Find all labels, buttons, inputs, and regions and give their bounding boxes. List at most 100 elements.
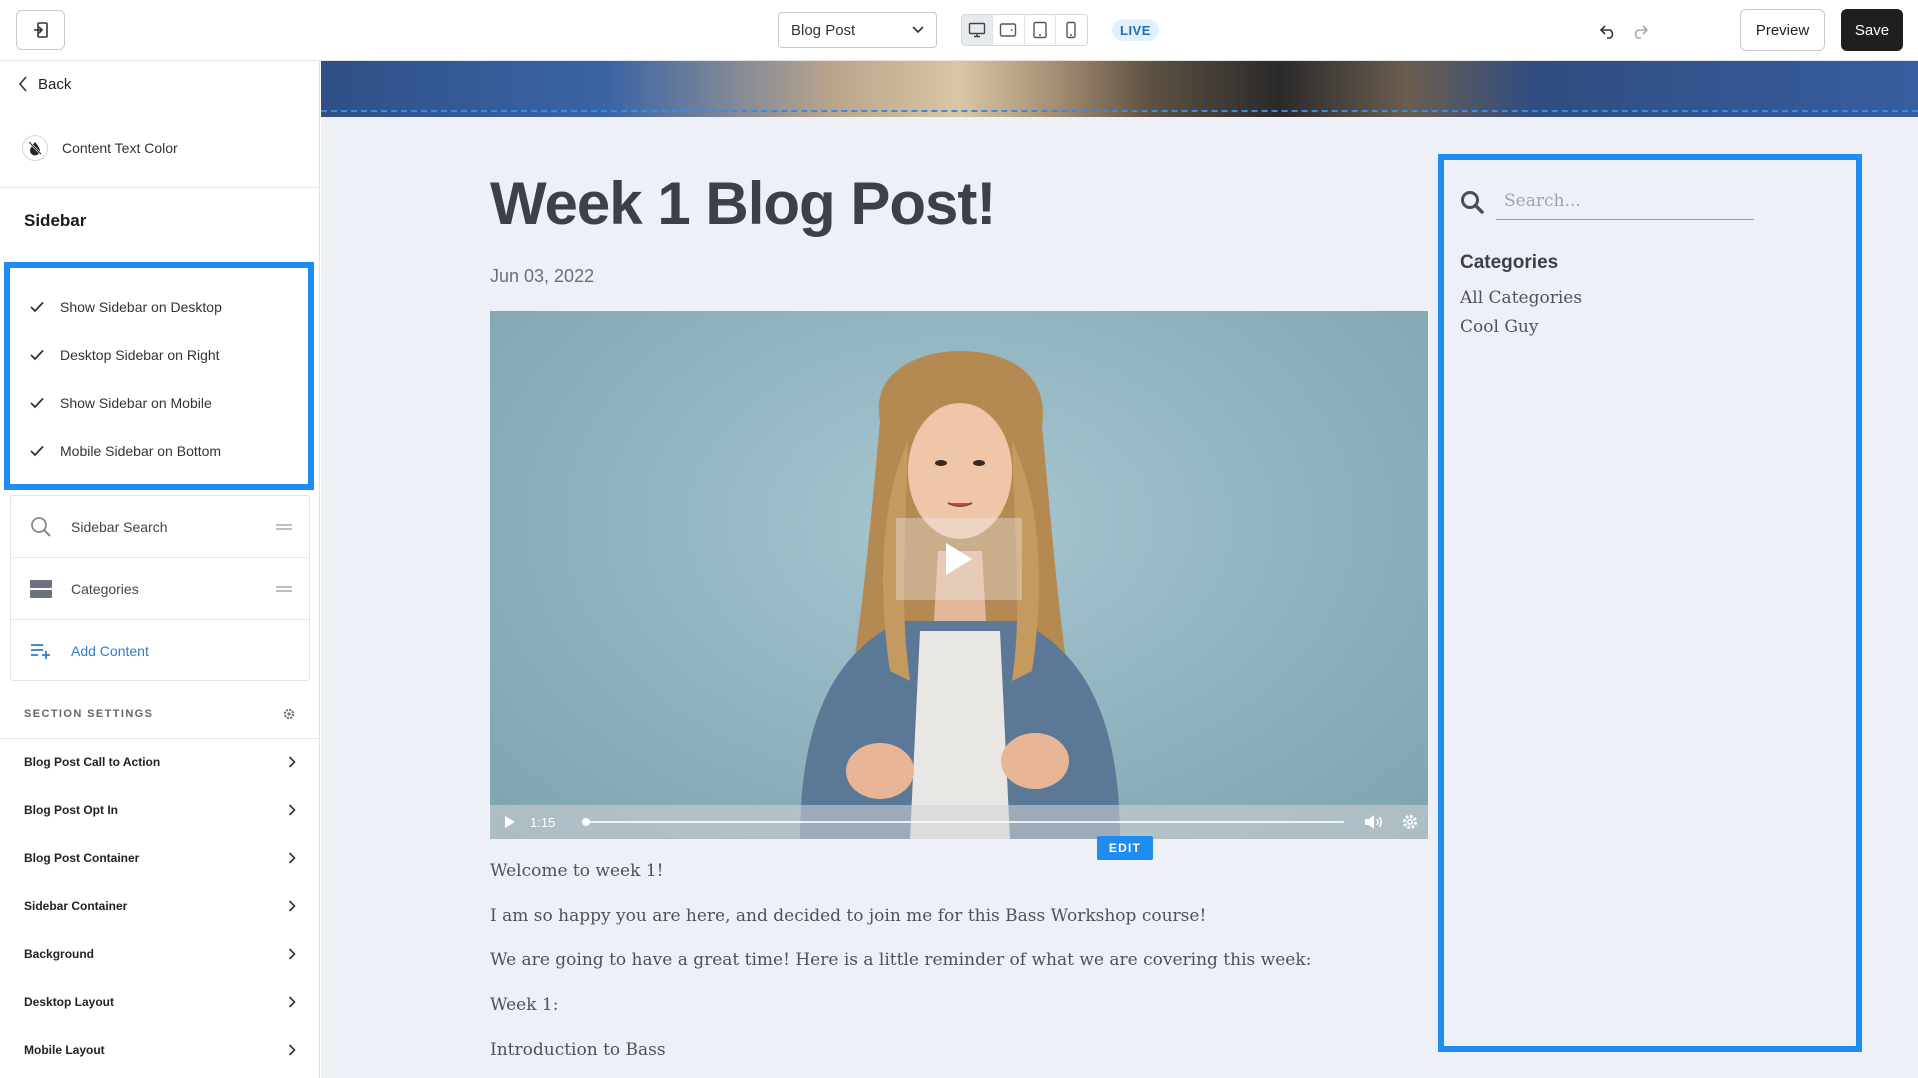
drag-handle[interactable]	[259, 585, 309, 593]
drag-handle-icon	[276, 585, 292, 592]
post-paragraph[interactable]: Welcome to week 1!	[490, 861, 663, 881]
top-toolbar: Blog Post LIVE Preview Save	[0, 0, 1918, 61]
section-boundary	[321, 110, 1918, 112]
post-paragraph[interactable]: We are going to have a great time! Here …	[490, 950, 1311, 970]
checkbox-label: Show Sidebar on Mobile	[60, 395, 212, 411]
volume-icon	[1365, 815, 1382, 829]
post-title[interactable]: Week 1 Blog Post!	[490, 169, 996, 238]
chevron-right-icon	[288, 852, 296, 864]
tablet-view-button[interactable]	[1025, 15, 1056, 45]
video-progress-bar[interactable]	[582, 818, 1344, 826]
content-item-label: Categories	[71, 580, 139, 597]
setting-mobile-layout[interactable]: Mobile Layout	[24, 1039, 296, 1061]
category-link[interactable]: All Categories	[1460, 288, 1582, 308]
content-text-color-setting[interactable]: Content Text Color	[22, 135, 178, 161]
chevron-right-icon	[288, 996, 296, 1008]
video-player[interactable]: 1:15	[490, 311, 1428, 839]
gear-icon[interactable]	[282, 707, 296, 721]
mobile-view-button[interactable]	[1056, 15, 1087, 45]
section-settings-label: SECTION SETTINGS	[24, 708, 154, 720]
settings-panel: Back Content Text Color Sidebar Show Sid…	[0, 61, 320, 1078]
undo-button[interactable]	[1596, 19, 1620, 43]
post-paragraph[interactable]: I am so happy you are here, and decided …	[490, 906, 1206, 926]
hero-image[interactable]	[321, 61, 1918, 117]
chevron-right-icon	[288, 900, 296, 912]
video-scrubber[interactable]	[582, 818, 590, 826]
device-switcher	[961, 14, 1088, 46]
setting-label: Mobile Layout	[24, 1043, 105, 1057]
mobile-icon	[1066, 21, 1077, 39]
play-overlay-button[interactable]	[896, 518, 1022, 600]
chevron-down-icon	[912, 26, 924, 34]
categories-heading: Categories	[1460, 252, 1559, 273]
redo-icon	[1634, 25, 1649, 39]
content-text-color-label: Content Text Color	[62, 140, 178, 156]
show-sidebar-desktop-checkbox[interactable]: Show Sidebar on Desktop	[28, 296, 222, 318]
add-content-button[interactable]: Add Content	[11, 620, 309, 682]
desktop-view-button[interactable]	[962, 15, 994, 45]
setting-label: Sidebar Container	[24, 899, 128, 913]
mobile-sidebar-bottom-checkbox[interactable]: Mobile Sidebar on Bottom	[28, 440, 221, 462]
search-icon	[1461, 191, 1484, 214]
content-item-label: Sidebar Search	[71, 518, 168, 535]
play-icon	[505, 816, 515, 828]
section-settings-header: SECTION SETTINGS	[24, 707, 296, 721]
volume-button[interactable]	[1356, 814, 1392, 830]
setting-blog-post-cta[interactable]: Blog Post Call to Action	[24, 751, 296, 773]
drag-handle[interactable]	[259, 523, 309, 531]
category-link[interactable]: Cool Guy	[1460, 317, 1538, 337]
setting-desktop-layout[interactable]: Desktop Layout	[24, 991, 296, 1013]
video-play-button[interactable]	[490, 815, 530, 829]
setting-blog-post-container[interactable]: Blog Post Container	[24, 847, 296, 869]
sidebar-heading: Sidebar	[24, 211, 87, 230]
post-paragraph[interactable]: Introduction to Bass	[490, 1040, 666, 1060]
desktop-sidebar-right-checkbox[interactable]: Desktop Sidebar on Right	[28, 344, 220, 366]
laptop-view-button[interactable]	[993, 15, 1025, 45]
checkmark-icon	[28, 442, 46, 460]
video-time: 1:15	[530, 814, 556, 830]
no-color-icon	[28, 141, 42, 156]
save-button[interactable]: Save	[1841, 9, 1903, 51]
edit-video-button[interactable]: EDIT	[1097, 836, 1153, 860]
setting-blog-post-opt-in[interactable]: Blog Post Opt In	[24, 799, 296, 821]
preview-button[interactable]: Preview	[1740, 9, 1825, 51]
play-icon	[946, 543, 972, 575]
drag-handle-icon	[276, 523, 292, 530]
gear-icon	[1403, 815, 1417, 829]
page-canvas: Week 1 Blog Post! Jun 03, 2022 1:15 EDIT…	[321, 61, 1918, 1078]
search-icon	[31, 516, 51, 537]
live-status-badge: LIVE	[1112, 19, 1159, 41]
checkmark-icon	[28, 346, 46, 364]
checkbox-label: Desktop Sidebar on Right	[60, 347, 220, 363]
setting-sidebar-container[interactable]: Sidebar Container	[24, 895, 296, 917]
setting-background[interactable]: Background	[24, 943, 296, 965]
chevron-right-icon	[288, 756, 296, 768]
setting-label: Desktop Layout	[24, 995, 115, 1009]
setting-label: Blog Post Container	[24, 851, 140, 865]
page-type-select[interactable]: Blog Post	[778, 12, 937, 48]
exit-editor-button[interactable]	[16, 10, 65, 50]
post-date: Jun 03, 2022	[490, 266, 595, 286]
add-list-icon	[31, 644, 50, 659]
add-content-label: Add Content	[71, 643, 149, 659]
sidebar-options-highlight: Show Sidebar on Desktop Desktop Sidebar …	[4, 262, 314, 490]
blog-sidebar[interactable]: Categories All Categories Cool Guy	[1438, 154, 1862, 1052]
setting-label: Background	[24, 947, 95, 961]
post-paragraph[interactable]: Week 1:	[490, 995, 558, 1015]
undo-icon	[1599, 25, 1614, 39]
redo-button[interactable]	[1628, 19, 1652, 43]
color-swatch[interactable]	[22, 135, 48, 161]
desktop-icon	[968, 22, 986, 38]
back-label: Back	[38, 75, 72, 93]
checkmark-icon	[28, 298, 46, 316]
back-button[interactable]: Back	[18, 73, 71, 95]
content-item-sidebar-search[interactable]: Sidebar Search	[11, 496, 309, 558]
video-controls: 1:15	[490, 805, 1428, 839]
content-item-categories[interactable]: Categories	[11, 558, 309, 620]
sidebar-search-input[interactable]	[1496, 182, 1754, 220]
page-type-value: Blog Post	[791, 21, 856, 39]
chevron-left-icon	[18, 76, 27, 92]
video-settings-button[interactable]	[1392, 813, 1428, 831]
setting-label: Blog Post Opt In	[24, 803, 118, 817]
show-sidebar-mobile-checkbox[interactable]: Show Sidebar on Mobile	[28, 392, 212, 414]
